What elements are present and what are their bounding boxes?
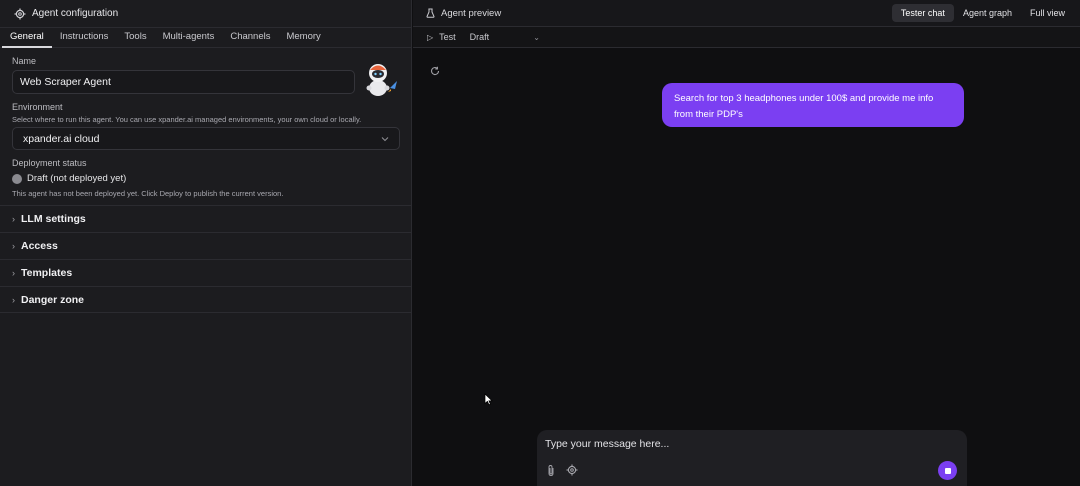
accordion-label: Access (21, 240, 58, 252)
test-bar: ▷ Test Draft ⌄ (413, 27, 1080, 48)
gear-icon (14, 8, 26, 20)
tab-channels[interactable]: Channels (222, 31, 278, 47)
environment-select[interactable]: xpander.ai cloud (12, 127, 400, 150)
chevron-right-icon: › (12, 214, 15, 224)
test-label: Test (439, 32, 456, 42)
tab-memory[interactable]: Memory (278, 31, 328, 47)
settings-icon[interactable] (566, 464, 578, 479)
status-dot-icon (12, 173, 22, 184)
accordion-label: Templates (21, 267, 73, 279)
deployment-value: Draft (not deployed yet) (27, 173, 127, 184)
config-header: Agent configuration (0, 0, 411, 28)
chevron-right-icon: › (12, 268, 15, 278)
chevron-down-icon: ⌄ (533, 32, 540, 42)
mouse-cursor-icon (484, 393, 493, 409)
version-select[interactable]: Draft ⌄ (470, 32, 540, 42)
accordion-label: Danger zone (21, 293, 85, 306)
chevron-down-icon (381, 133, 389, 145)
deployment-status: Draft (not deployed yet) (12, 173, 399, 184)
view-tabs: Tester chat Agent graph Full view (891, 4, 1074, 22)
deployment-label: Deployment status (12, 158, 87, 168)
agent-configuration-panel: Agent configuration General Instructions… (0, 0, 412, 486)
play-icon[interactable]: ▷ (427, 33, 433, 42)
config-title: Agent configuration (32, 8, 119, 19)
environment-value: xpander.ai cloud (23, 132, 100, 145)
accordion-templates[interactable]: › Templates (0, 259, 411, 286)
message-composer[interactable]: Type your message here... (537, 430, 967, 486)
stop-button[interactable] (938, 461, 957, 480)
flask-icon (426, 8, 435, 18)
version-value: Draft (469, 32, 490, 42)
agent-name-input[interactable]: Web Scraper Agent (12, 70, 355, 94)
accordion-label: LLM settings (21, 213, 86, 225)
accordion-llm-settings[interactable]: › LLM settings (0, 205, 411, 232)
deployment-help: This agent has not been deployed yet. Cl… (12, 189, 284, 198)
paperclip-icon[interactable] (546, 464, 556, 480)
tab-instructions[interactable]: Instructions (52, 31, 117, 47)
robot-avatar-icon[interactable] (360, 58, 402, 100)
accordion-danger-zone[interactable]: › Danger zone (0, 286, 411, 313)
user-message-bubble: Search for top 3 headphones under 100$ a… (662, 83, 964, 127)
refresh-icon[interactable] (430, 66, 440, 79)
tab-full-view[interactable]: Full view (1021, 4, 1074, 22)
preview-title: Agent preview (441, 7, 502, 19)
name-row: Web Scraper Agent (12, 64, 399, 96)
tab-tools[interactable]: Tools (116, 31, 154, 47)
agent-preview-panel: Agent preview Tester chat Agent graph Fu… (413, 0, 1080, 486)
tab-agent-graph[interactable]: Agent graph (954, 4, 1021, 22)
chevron-right-icon: › (12, 241, 15, 251)
environment-label: Environment (12, 102, 63, 112)
preview-header: Agent preview Tester chat Agent graph Fu… (413, 0, 1080, 27)
name-label: Name (12, 56, 37, 66)
tab-tester-chat[interactable]: Tester chat (891, 4, 954, 22)
stop-icon (944, 467, 951, 474)
environment-help: Select where to run this agent. You can … (12, 115, 362, 124)
tab-general[interactable]: General (2, 31, 52, 48)
config-tabs: General Instructions Tools Multi-agents … (0, 28, 411, 48)
tab-multi-agents[interactable]: Multi-agents (155, 31, 223, 47)
general-section: Name Web Scraper Agent Environment Selec… (0, 56, 411, 198)
accordion-access[interactable]: › Access (0, 232, 411, 259)
message-input[interactable]: Type your message here... (545, 438, 669, 450)
preview-title-row: Agent preview (426, 8, 501, 19)
chevron-right-icon: › (12, 294, 15, 305)
